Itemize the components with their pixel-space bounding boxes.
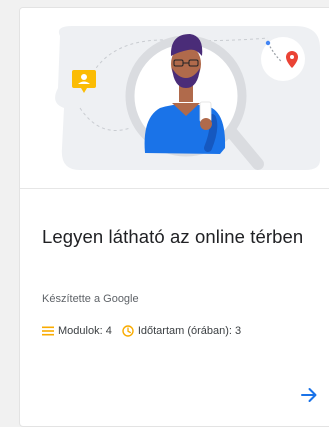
course-meta: Modulok: 4 Időtartam (órában): 3 — [42, 324, 241, 338]
arrow-right-icon — [301, 388, 317, 402]
modules-info: Modulok: 4 — [42, 325, 112, 337]
card-divider — [20, 188, 329, 189]
clock-icon — [122, 325, 134, 337]
course-card[interactable]: Legyen látható az online térben Készítet… — [19, 7, 329, 427]
course-illustration — [20, 8, 329, 188]
course-author: Készítette a Google — [42, 293, 139, 305]
list-lines-icon — [42, 326, 54, 336]
modules-label: Modulok: 4 — [58, 325, 112, 337]
open-course-button[interactable] — [298, 384, 320, 406]
duration-label: Időtartam (órában): 3 — [137, 325, 242, 337]
duration-info: Időtartam (órában): 3 — [122, 325, 241, 337]
course-title: Legyen látható az online térben — [42, 226, 304, 247]
route-pin-icon — [261, 37, 305, 81]
